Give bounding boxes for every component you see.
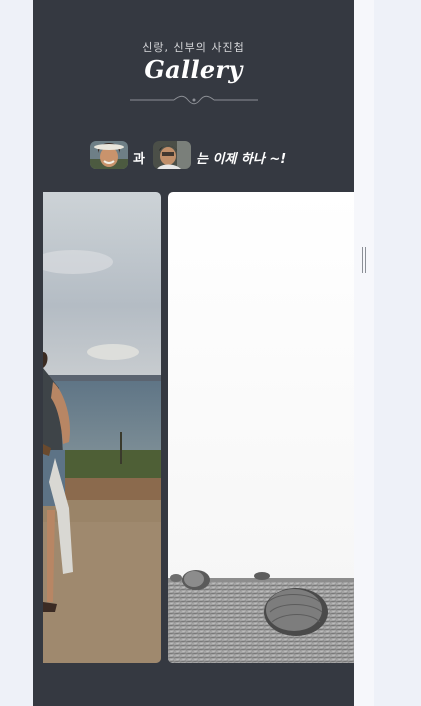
seaside-couple-photo[interactable] bbox=[43, 192, 161, 663]
gallery-section: 신랑, 신부의 사진첩 Gallery 과 는 이제 하나 ~! bbox=[33, 0, 354, 706]
flourish-divider-icon bbox=[130, 95, 258, 105]
right-side-panel bbox=[354, 0, 374, 706]
bride-avatar bbox=[90, 141, 128, 169]
gallery-subtitle: 신랑, 신부의 사진첩 bbox=[142, 41, 245, 54]
connector-text: 과 bbox=[133, 152, 145, 167]
hay-bales-field-photo[interactable] bbox=[168, 192, 354, 663]
gallery-title: Gallery bbox=[144, 55, 243, 84]
groom-avatar bbox=[153, 141, 191, 169]
couple-row: 과 는 이제 하나 ~! bbox=[33, 141, 354, 171]
tagline-text: 는 이제 하나 ~! bbox=[196, 152, 287, 167]
resize-handle-icon[interactable] bbox=[361, 247, 367, 273]
